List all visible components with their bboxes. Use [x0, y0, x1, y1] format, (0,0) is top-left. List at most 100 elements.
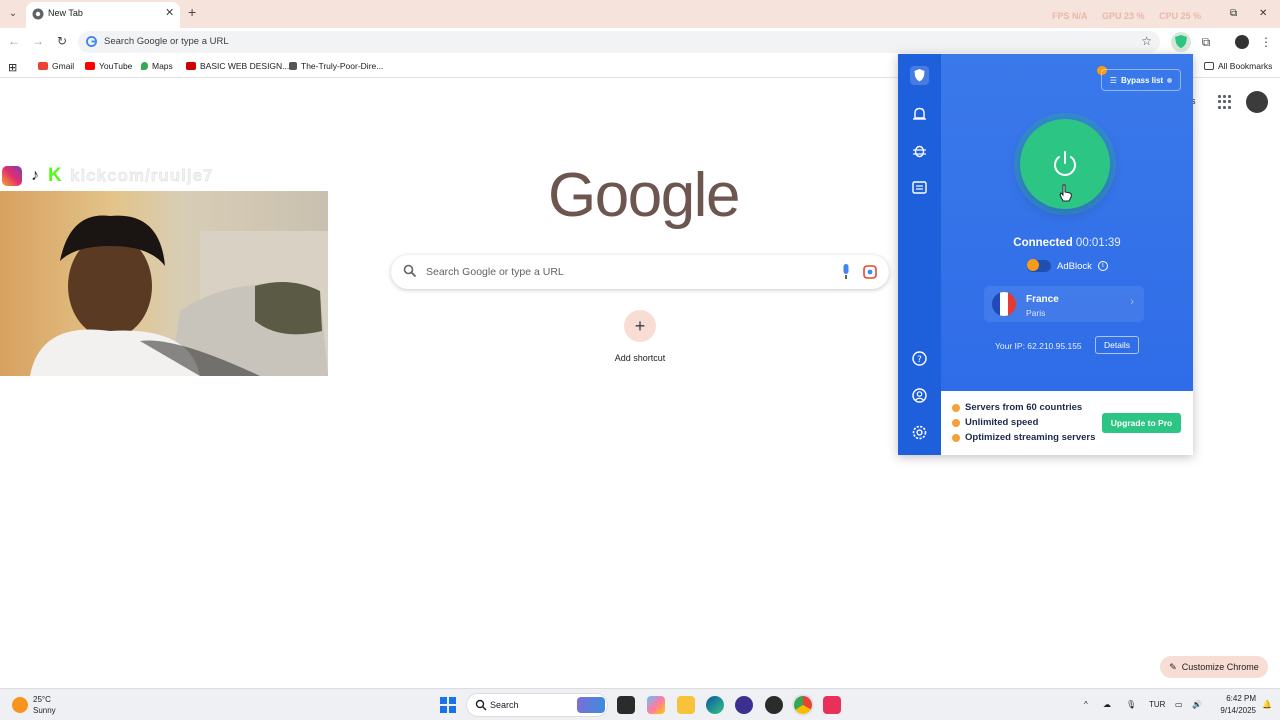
fps-readout: FPS N/A: [1052, 11, 1088, 21]
info-icon[interactable]: i: [1097, 261, 1108, 271]
input-language[interactable]: TUR: [1149, 700, 1165, 709]
notification-bell-icon[interactable]: 🔔: [1262, 700, 1272, 709]
google-logo: Google: [548, 161, 740, 230]
details-button[interactable]: Details: [1095, 336, 1139, 354]
tiktok-icon: ♪: [31, 167, 39, 184]
alarm-siren-icon[interactable]: [910, 104, 929, 123]
add-shortcut-label: Add shortcut: [614, 353, 666, 363]
apps-icon[interactable]: ⊞: [8, 61, 17, 74]
promo-item: Unlimited speed: [952, 417, 1038, 428]
menu-kebab-icon[interactable]: ⋮: [1256, 32, 1276, 52]
vpn-extension-icon[interactable]: [1171, 32, 1191, 52]
weather-description: Sunny: [33, 706, 56, 715]
bypass-list-button[interactable]: ☰ Bypass list: [1101, 69, 1181, 91]
promo-item: Servers from 60 countries: [952, 402, 1082, 413]
microphone-icon[interactable]: [841, 264, 851, 280]
tab-new-tab[interactable]: New Tab ✕: [26, 2, 180, 28]
premium-crown-icon: [1027, 259, 1039, 271]
browser-toolbar: ← → ↻ Search Google or type a URL ☆ ⧉ ⋮: [0, 28, 1280, 56]
new-tab-button[interactable]: +: [188, 4, 196, 20]
kick-icon: K: [48, 165, 62, 186]
copilot-icon[interactable]: [647, 696, 665, 714]
youtube-icon: [186, 62, 196, 70]
bookmark-truly-poor[interactable]: The-Truly-Poor-Dire...: [289, 61, 383, 71]
vpn-sidebar: ?: [898, 54, 941, 455]
news-icon[interactable]: [910, 178, 929, 197]
adblock-toggle[interactable]: [1027, 259, 1051, 272]
search-icon: [475, 699, 487, 711]
bookmark-maps[interactable]: Maps: [141, 61, 173, 71]
search-icon: [403, 264, 417, 278]
server-country: France: [1026, 294, 1059, 305]
back-icon[interactable]: ←: [6, 34, 22, 48]
ip-address: Your IP: 62.210.95.155: [995, 341, 1082, 351]
app-icon[interactable]: [735, 696, 753, 714]
google-apps-icon[interactable]: [1218, 95, 1232, 109]
gear-icon[interactable]: [910, 423, 929, 442]
server-city: Paris: [1026, 308, 1046, 318]
address-bar[interactable]: Search Google or type a URL ☆: [78, 31, 1160, 53]
bookmark-star-icon[interactable]: ☆: [1141, 34, 1152, 48]
chevron-right-icon: ›: [1130, 296, 1134, 308]
ntp-account-avatar[interactable]: [1246, 91, 1268, 113]
bookmark-youtube[interactable]: YouTube: [85, 61, 132, 71]
address-bar-placeholder: Search Google or type a URL: [104, 36, 229, 47]
forward-icon[interactable]: →: [30, 34, 46, 48]
microphone-icon[interactable]: 🎙: [1126, 700, 1136, 709]
bookmark-basic-web-design[interactable]: BASIC WEB DESIGN...: [186, 61, 289, 71]
gmail-icon: [38, 62, 48, 70]
account-icon[interactable]: [910, 386, 929, 405]
tab-search-chevron-icon[interactable]: ⌄: [4, 6, 22, 22]
task-view-icon[interactable]: [617, 696, 635, 714]
power-icon: [1054, 151, 1076, 176]
tray-chevron-icon[interactable]: ^: [1084, 700, 1088, 709]
volume-icon[interactable]: 🔊: [1192, 700, 1202, 709]
profile-avatar[interactable]: [1232, 32, 1252, 52]
site-icon: [289, 62, 297, 70]
instagram-icon: [2, 166, 22, 186]
obs-icon[interactable]: [765, 696, 783, 714]
window-close-icon[interactable]: ✕: [1259, 8, 1267, 19]
cloud-icon[interactable]: ☁: [1103, 700, 1111, 709]
vpn-popup: ? ☰ Bypass list Connected 00:01:39 AdBlo…: [898, 54, 1193, 455]
clock-time[interactable]: 6:42 PM: [1216, 694, 1256, 703]
performance-overlay: FPS N/A GPU 23 % CPU 25 %: [1052, 11, 1213, 21]
google-lens-icon[interactable]: [863, 265, 877, 279]
bug-icon[interactable]: [910, 141, 929, 160]
google-g-icon: [86, 36, 97, 47]
clock-date[interactable]: 9/14/2025: [1210, 706, 1256, 715]
close-icon[interactable]: ✕: [165, 6, 174, 19]
search-highlight-icon: [577, 697, 605, 713]
add-shortcut-button[interactable]: +: [624, 310, 656, 342]
france-flag-icon: [992, 292, 1016, 316]
restore-icon[interactable]: ⧉: [1230, 8, 1237, 19]
upgrade-promo: Servers from 60 countries Unlimited spee…: [941, 391, 1193, 455]
streaming-icon: [952, 433, 960, 442]
windows-start-icon[interactable]: [440, 697, 456, 713]
server-location-selector[interactable]: France Paris ›: [984, 286, 1144, 322]
file-explorer-icon[interactable]: [677, 696, 695, 714]
customize-chrome-button[interactable]: ✎ Customize Chrome: [1160, 656, 1268, 678]
taskbar-search-label: Search: [490, 700, 519, 710]
hand-cursor-icon: [1059, 184, 1072, 202]
ntp-search-box[interactable]: Search Google or type a URL: [391, 255, 889, 289]
upgrade-to-pro-button[interactable]: Upgrade to Pro: [1102, 413, 1181, 433]
folder-icon: [1204, 62, 1214, 70]
taskbar-search[interactable]: Search: [466, 693, 608, 717]
status-dot-icon: [1167, 77, 1173, 83]
help-icon[interactable]: ?: [910, 349, 929, 368]
tiktok-app-icon[interactable]: [823, 696, 841, 714]
pencil-icon: ✎: [1169, 661, 1177, 672]
connection-timer: 00:01:39: [1075, 237, 1121, 249]
svg-text:?: ?: [917, 355, 922, 365]
promo-item: Optimized streaming servers: [952, 432, 1095, 443]
bookmark-gmail[interactable]: Gmail: [38, 61, 74, 71]
chrome-taskbar-icon[interactable]: [794, 696, 812, 714]
extensions-puzzle-icon[interactable]: ⧉: [1196, 32, 1216, 52]
network-icon[interactable]: ▭: [1175, 700, 1183, 709]
reload-icon[interactable]: ↻: [54, 34, 70, 48]
all-bookmarks-button[interactable]: All Bookmarks: [1204, 61, 1272, 71]
edge-icon[interactable]: [706, 696, 724, 714]
sun-weather-icon[interactable]: [12, 697, 28, 713]
shield-icon[interactable]: [910, 66, 929, 85]
